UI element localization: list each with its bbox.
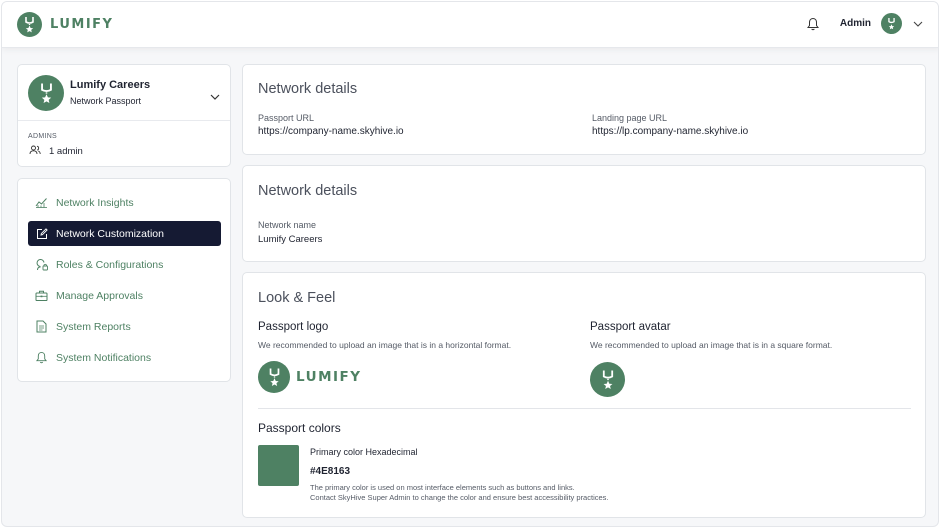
users-icon [29,145,41,158]
app-window: LUMIFY Admin Lumify Careers Network Pass… [1,1,939,527]
user-name[interactable]: Admin [840,18,871,29]
admins-count[interactable]: 1 admin [29,145,230,158]
passport-avatar-preview[interactable] [590,362,625,397]
network-name-label: Network name [258,220,317,230]
organization-switcher[interactable]: Lumify Careers Network Passport [18,65,230,121]
primary-color-swatch [258,445,299,486]
primary-color-note: Contact SkyHive Super Admin to change th… [310,493,609,502]
brand-logo[interactable]: LUMIFY [17,12,113,37]
primary-color-note: The primary color is used on most interf… [310,483,575,492]
header-actions: Admin [804,13,924,34]
chart-icon [35,196,48,209]
sidebar-item-network-customization[interactable]: Network Customization [28,221,221,246]
sidebar-item-label: System Reports [56,320,131,333]
notifications-bell-icon[interactable] [804,15,822,33]
network-name-card: Network details Network name Lumify Care… [242,165,926,262]
medal-icon [258,361,290,393]
sidebar-item-manage-approvals[interactable]: Manage Approvals [28,283,221,308]
logo-wordmark: LUMIFY [296,369,362,385]
landing-url-value[interactable]: https://lp.company-name.skyhive.io [592,126,748,137]
network-urls-card: Network details Passport URL https://com… [242,64,926,155]
primary-color-label: Primary color Hexadecimal [310,447,418,457]
section-title: Network details [258,81,358,97]
passport-logo-preview[interactable]: LUMIFY [258,361,362,393]
organization-card: Lumify Careers Network Passport ADMINS 1… [17,64,231,167]
user-lock-icon [35,258,48,271]
sidebar-item-roles-configurations[interactable]: Roles & Configurations [28,252,221,277]
sidebar-item-label: Network Insights [56,196,134,209]
passport-colors-title: Passport colors [258,421,341,435]
admins-heading: ADMINS [28,133,58,140]
brand-wordmark: LUMIFY [50,17,114,32]
sidebar-item-label: System Notifications [56,351,152,364]
passport-url-label: Passport URL [258,113,315,123]
admins-count-label: 1 admin [49,146,83,157]
briefcase-icon [35,289,48,302]
divider [258,408,911,409]
medal-icon [17,12,42,37]
look-and-feel-card: Look & Feel Passport logo We recommended… [242,272,926,518]
chevron-down-icon[interactable] [912,18,924,30]
chevron-down-icon[interactable] [210,87,220,105]
organization-name: Lumify Careers [70,79,151,91]
sidebar-item-system-notifications[interactable]: System Notifications [28,345,221,370]
organization-subtitle: Network Passport [70,96,142,106]
sidebar-item-network-insights[interactable]: Network Insights [28,190,221,215]
organization-avatar [28,74,64,111]
passport-avatar-title: Passport avatar [590,321,671,333]
sidebar-item-label: Manage Approvals [56,289,143,302]
landing-url-label: Landing page URL [592,113,668,123]
edit-icon [35,227,48,240]
passport-avatar-description: We recommended to upload an image that i… [590,340,833,350]
sidebar-item-label: Roles & Configurations [56,258,164,271]
document-icon [35,320,48,333]
sidebar-item-system-reports[interactable]: System Reports [28,314,221,339]
passport-url-value[interactable]: https://company-name.skyhive.io [258,126,404,137]
sidebar-item-label: Network Customization [56,227,164,240]
section-title: Network details [258,183,358,199]
network-name-value: Lumify Careers [258,234,323,245]
section-title: Look & Feel [258,290,336,306]
medal-icon [602,370,613,389]
passport-logo-description: We recommended to upload an image that i… [258,340,512,350]
top-bar: LUMIFY Admin [2,2,938,48]
sidebar-nav: Network Insights Network Customization R… [17,178,231,382]
user-avatar[interactable] [881,13,902,34]
bell-icon [35,351,48,364]
primary-color-hex: #4E8163 [310,466,351,477]
passport-logo-title: Passport logo [258,321,329,333]
